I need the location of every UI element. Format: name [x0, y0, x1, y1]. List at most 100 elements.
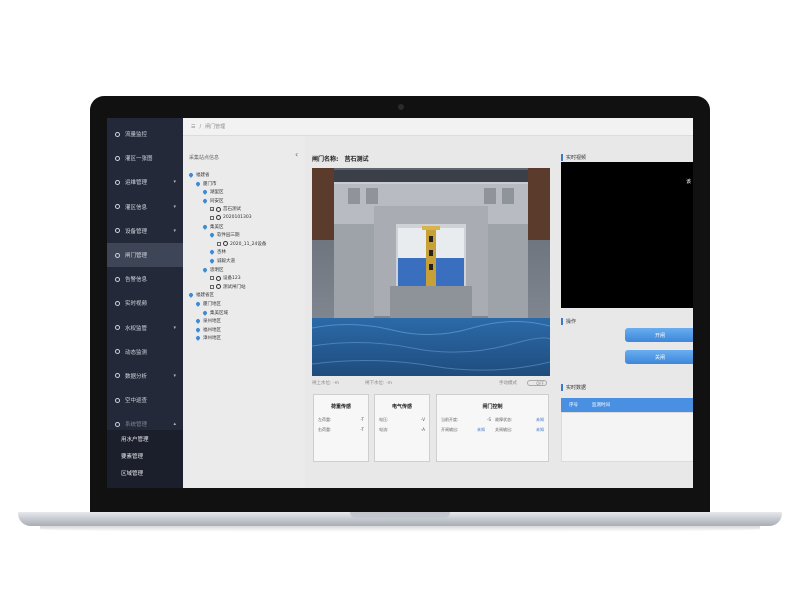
- video-icon: [115, 300, 120, 306]
- tree-node[interactable]: ✓ 莒石测试: [210, 206, 241, 212]
- gate-3d-view[interactable]: [312, 168, 550, 376]
- tree-node[interactable]: 2020101303: [210, 215, 252, 220]
- sidebar-item[interactable]: 设备管理 ▾: [107, 219, 183, 243]
- tree-node-label: 思明区: [210, 267, 224, 273]
- sidebar-item[interactable]: 闸门管理: [107, 242, 183, 268]
- location-pin-icon: [202, 189, 208, 196]
- sidebar-item[interactable]: 水权监管 ▾: [107, 316, 183, 340]
- card-value: 未知: [536, 417, 544, 422]
- video-player[interactable]: 该: [561, 162, 693, 308]
- site-tree-panel: 采集站点信息 ‹ 福建省厦门市湖里区同安区 ✓ 莒石测试 2020101303 集美区软…: [183, 136, 305, 488]
- drone-icon: [115, 397, 120, 403]
- tree-node[interactable]: 测试闸门站: [210, 284, 246, 290]
- camera-icon: [398, 104, 404, 110]
- tree-node[interactable]: 集美区域: [202, 309, 228, 316]
- tree-node[interactable]: 福建省区: [188, 292, 214, 299]
- chevron-icon: ▾: [173, 179, 176, 186]
- sidebar-item-label: 闸门管理: [125, 253, 148, 260]
- tree-node[interactable]: 软件园三期: [209, 232, 240, 238]
- tree-node[interactable]: 湖里区: [202, 189, 224, 196]
- sidebar-item[interactable]: 灌区一张图: [107, 146, 183, 170]
- collapse-icon[interactable]: ‹: [295, 150, 298, 159]
- tree-node[interactable]: 泉州地区: [195, 318, 221, 325]
- card-value: -V: [421, 417, 425, 422]
- sidebar-item[interactable]: 动态监测: [107, 340, 183, 364]
- tree-node[interactable]: 福建省: [188, 172, 210, 178]
- tree-node[interactable]: 厦门地区: [195, 301, 221, 307]
- checkbox[interactable]: [217, 241, 221, 246]
- chevron-icon: ▾: [173, 372, 176, 379]
- tree-node-label: 杏林: [217, 250, 226, 256]
- gate-name-value: 莒石测试: [344, 156, 369, 163]
- location-pin-icon: [188, 292, 194, 299]
- card-label: 关闸输出:: [495, 427, 513, 432]
- sidebar-item-label: 系统管理: [125, 422, 148, 429]
- checkbox[interactable]: [210, 215, 214, 220]
- submenu-item-elements[interactable]: 要素管理: [107, 447, 183, 464]
- gate-name-label: 闸门名称:: [312, 156, 339, 163]
- tree-title: 采集站点信息: [189, 155, 220, 161]
- sidebar-item[interactable]: 告警信息: [107, 267, 183, 291]
- chevron-icon: ▾: [173, 324, 176, 331]
- location-pin-icon: [202, 223, 208, 230]
- tree-node[interactable]: 集美区: [202, 223, 224, 230]
- analysis-icon: [115, 373, 120, 379]
- tree-node-label: 莒石测试: [223, 207, 241, 213]
- data-table-header: 序号 监测时间: [561, 398, 693, 412]
- menu-icon[interactable]: ☰: [191, 124, 195, 130]
- open-gate-button[interactable]: 开闸: [625, 328, 693, 342]
- checkbox[interactable]: [210, 276, 214, 281]
- submenu-item-users[interactable]: 用水户管理: [107, 430, 183, 447]
- location-pin-icon: [195, 318, 201, 325]
- tree-node-label: 厦门市: [203, 181, 217, 187]
- app-screen: 流量监控灌区一张图运维管理 ▾ 灌区信息 ▾ 设备管理 ▾ 闸门管理告警信息实时视频水权监管…: [107, 118, 693, 488]
- sidebar-item-label: 实时视频: [125, 301, 148, 308]
- card-value: -A: [420, 427, 425, 432]
- location-pin-icon: [195, 335, 201, 342]
- tree-node[interactable]: 厦门市: [195, 180, 217, 187]
- wrench-icon: [115, 179, 120, 185]
- sidebar-item-label: 运维管理: [125, 180, 148, 187]
- sidebar-item-label: 灌区一张图: [125, 156, 153, 163]
- tree-node[interactable]: 2020_11_24设备: [217, 241, 266, 247]
- location-pin-icon: [209, 249, 215, 256]
- chevron-icon: ▾: [173, 227, 176, 234]
- sidebar-item[interactable]: 空中巡查: [107, 388, 183, 412]
- checkbox[interactable]: ✓: [210, 207, 214, 212]
- card-value: 未知: [477, 427, 485, 432]
- settings-icon: [115, 421, 120, 427]
- mode-label: 手动模式: [499, 381, 517, 386]
- device-icon: [216, 206, 221, 212]
- mode-toggle[interactable]: OFF: [527, 380, 547, 386]
- sidebar-item[interactable]: 流量监控: [107, 122, 183, 146]
- tree-node[interactable]: 福州地区: [195, 326, 221, 333]
- sidebar-item-label: 空中巡查: [125, 398, 148, 405]
- gate-icon: [115, 252, 120, 258]
- sidebar-item[interactable]: 灌区信息 ▾: [107, 195, 183, 219]
- card-title: 荷重传感: [330, 404, 351, 410]
- close-gate-button[interactable]: 关闸: [625, 350, 693, 364]
- sidebar-item[interactable]: 数据分析 ▾: [107, 364, 183, 388]
- submenu-item-regions[interactable]: 区域管理: [107, 464, 183, 481]
- monitor-icon: [115, 349, 120, 355]
- tree-node[interactable]: 思明区: [202, 266, 224, 273]
- tree-node-label: 集美区域: [210, 310, 228, 316]
- tree-node[interactable]: 漳州地区: [195, 335, 221, 342]
- info-icon: [115, 204, 120, 210]
- sidebar-item[interactable]: 实时视频: [107, 291, 183, 315]
- realtime-data-title: 实时数据: [561, 384, 586, 391]
- chevron-icon: ▴: [173, 421, 176, 428]
- sidebar-item[interactable]: 运维管理 ▾: [107, 170, 183, 194]
- card-label: 当前开度:: [441, 417, 459, 422]
- tree-node[interactable]: 杏林: [209, 249, 226, 256]
- card-title: 电气传感: [391, 404, 412, 410]
- electric-sensor-card: 电气传感 电压: -V 电流: -A: [374, 394, 430, 462]
- tree-node[interactable]: 设备123: [210, 275, 241, 281]
- tree-node-label: 同安区: [210, 198, 224, 204]
- checkbox[interactable]: [210, 284, 214, 289]
- tree-node[interactable]: 同安区: [202, 197, 224, 204]
- sidebar-item-label: 数据分析: [125, 373, 148, 380]
- tree-node-label: 测试闸门站: [223, 284, 246, 290]
- tree-node[interactable]: 诚毅大道: [209, 258, 235, 264]
- breadcrumb-current[interactable]: 闸门管理: [205, 123, 225, 130]
